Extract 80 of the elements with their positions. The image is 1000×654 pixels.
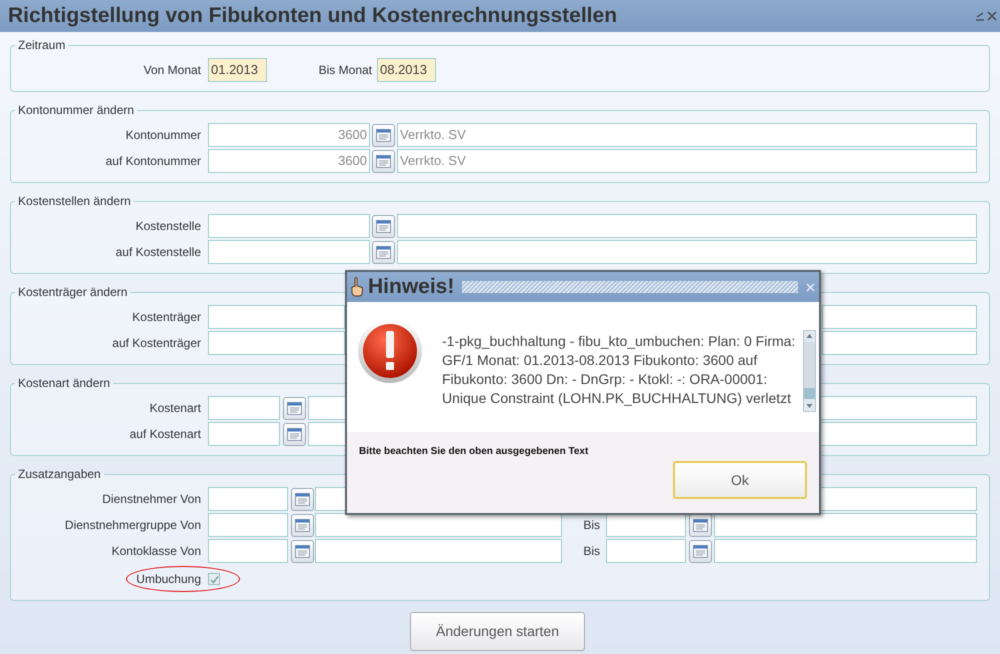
lookup-button[interactable] xyxy=(372,240,395,264)
dialog-note: Bitte beachten Sie den oben ausgegebenen Text xyxy=(359,445,590,459)
description-field[interactable] xyxy=(315,513,562,537)
checkbox[interactable] xyxy=(208,573,220,585)
window-title: Richtigstellung von Fibukonten und Kostenrechnungsstellen xyxy=(8,3,618,30)
scrollbar[interactable] xyxy=(803,330,816,412)
checkmark-icon xyxy=(210,574,218,584)
section-legend: Kostenart ändern xyxy=(15,376,114,390)
field-label: auf Kostenträger xyxy=(111,335,202,352)
field-label: Kostenstelle xyxy=(134,218,202,235)
description-field[interactable] xyxy=(397,214,977,238)
list-icon xyxy=(295,492,310,506)
field-label: Von Monat xyxy=(142,62,202,79)
lookup-button[interactable] xyxy=(372,214,395,238)
lookup-button[interactable] xyxy=(283,396,306,420)
list-icon xyxy=(295,544,310,558)
input-field[interactable] xyxy=(208,331,345,355)
lookup-button[interactable] xyxy=(291,514,314,536)
code-field[interactable] xyxy=(208,396,280,420)
section-legend: Zusatzangaben xyxy=(15,467,104,481)
field-label: Kostenträger xyxy=(131,309,202,326)
section-legend: Zeitraum xyxy=(15,38,68,52)
ok-button[interactable]: Ok xyxy=(673,461,807,499)
lookup-button[interactable] xyxy=(689,540,712,562)
code-field[interactable] xyxy=(208,487,288,511)
field-label: Bis Monat xyxy=(318,62,372,79)
code-field[interactable] xyxy=(208,240,370,264)
field-label: auf Kostenart xyxy=(128,426,202,443)
code-field[interactable] xyxy=(208,539,288,563)
code-field[interactable] xyxy=(208,422,280,446)
field-label: Kontoklasse Von xyxy=(110,543,202,560)
field-label: Dienstnehmer Von xyxy=(101,491,202,508)
start-button[interactable]: Änderungen starten xyxy=(410,612,585,651)
list-icon xyxy=(693,518,708,532)
lookup-button[interactable] xyxy=(291,488,314,510)
close-icon[interactable] xyxy=(987,11,997,21)
description-field[interactable] xyxy=(714,539,977,563)
list-icon xyxy=(295,518,310,532)
list-icon xyxy=(376,154,391,168)
dialog-title: Hinweis! xyxy=(368,274,454,300)
field-label: Kontonummer xyxy=(124,127,202,144)
code-field[interactable] xyxy=(606,539,686,563)
field-label: Bis xyxy=(582,517,600,534)
error-message: -1-pkg_buchhaltung - fibu_kto_umbuchen: Plan: 0 Firma: GF/1 Monat: 01.2013-08.2013 Fibukonto: 3600 auf Fibukonto: 3600 Dn: - DnGrp: - Ktokl: -: ORA-00001: Unique Constraint (LOHN.PK_BUCHHALTUNG) verletzt xyxy=(442,332,796,408)
lookup-button[interactable] xyxy=(283,422,306,446)
field-label: auf Kontonummer xyxy=(104,153,202,170)
code-field[interactable] xyxy=(208,513,288,537)
list-icon xyxy=(287,428,302,440)
input-field[interactable] xyxy=(822,305,977,329)
lookup-button[interactable] xyxy=(291,540,314,562)
list-icon xyxy=(376,246,391,258)
section-legend: Kontonummer ändern xyxy=(15,103,138,117)
field-label: Kostenart xyxy=(148,400,202,417)
list-icon xyxy=(376,220,391,232)
section-legend: Kostenträger ändern xyxy=(15,285,130,299)
pointing-hand-icon xyxy=(350,277,364,297)
input-field[interactable] xyxy=(208,305,345,329)
lookup-button[interactable] xyxy=(689,514,712,536)
list-icon xyxy=(287,402,302,414)
field-label: Dienstnehmergruppe Von xyxy=(64,517,202,534)
field-label: auf Kostenstelle xyxy=(114,244,202,261)
input-field[interactable] xyxy=(822,331,977,355)
checkbox-label: Umbuchung xyxy=(135,571,202,588)
code-field[interactable] xyxy=(606,513,686,537)
lookup-button[interactable] xyxy=(372,124,395,146)
description-field[interactable] xyxy=(397,240,977,264)
code-field[interactable]: 3600 xyxy=(208,149,370,173)
list-icon xyxy=(693,544,708,558)
description-field[interactable]: Verrkto. SV xyxy=(397,123,977,147)
field-label: Bis xyxy=(582,543,600,560)
code-field[interactable]: 3600 xyxy=(208,123,370,147)
lookup-button[interactable] xyxy=(372,150,395,172)
list-icon xyxy=(376,128,391,142)
description-field[interactable] xyxy=(714,513,977,537)
month-field[interactable]: 08.2013 xyxy=(377,58,436,82)
description-field[interactable]: Verrkto. SV xyxy=(397,149,977,173)
code-field[interactable] xyxy=(208,214,370,238)
month-field[interactable]: 01.2013 xyxy=(208,58,267,82)
section-legend: Kostenstellen ändern xyxy=(15,194,134,208)
description-field[interactable] xyxy=(315,539,562,563)
